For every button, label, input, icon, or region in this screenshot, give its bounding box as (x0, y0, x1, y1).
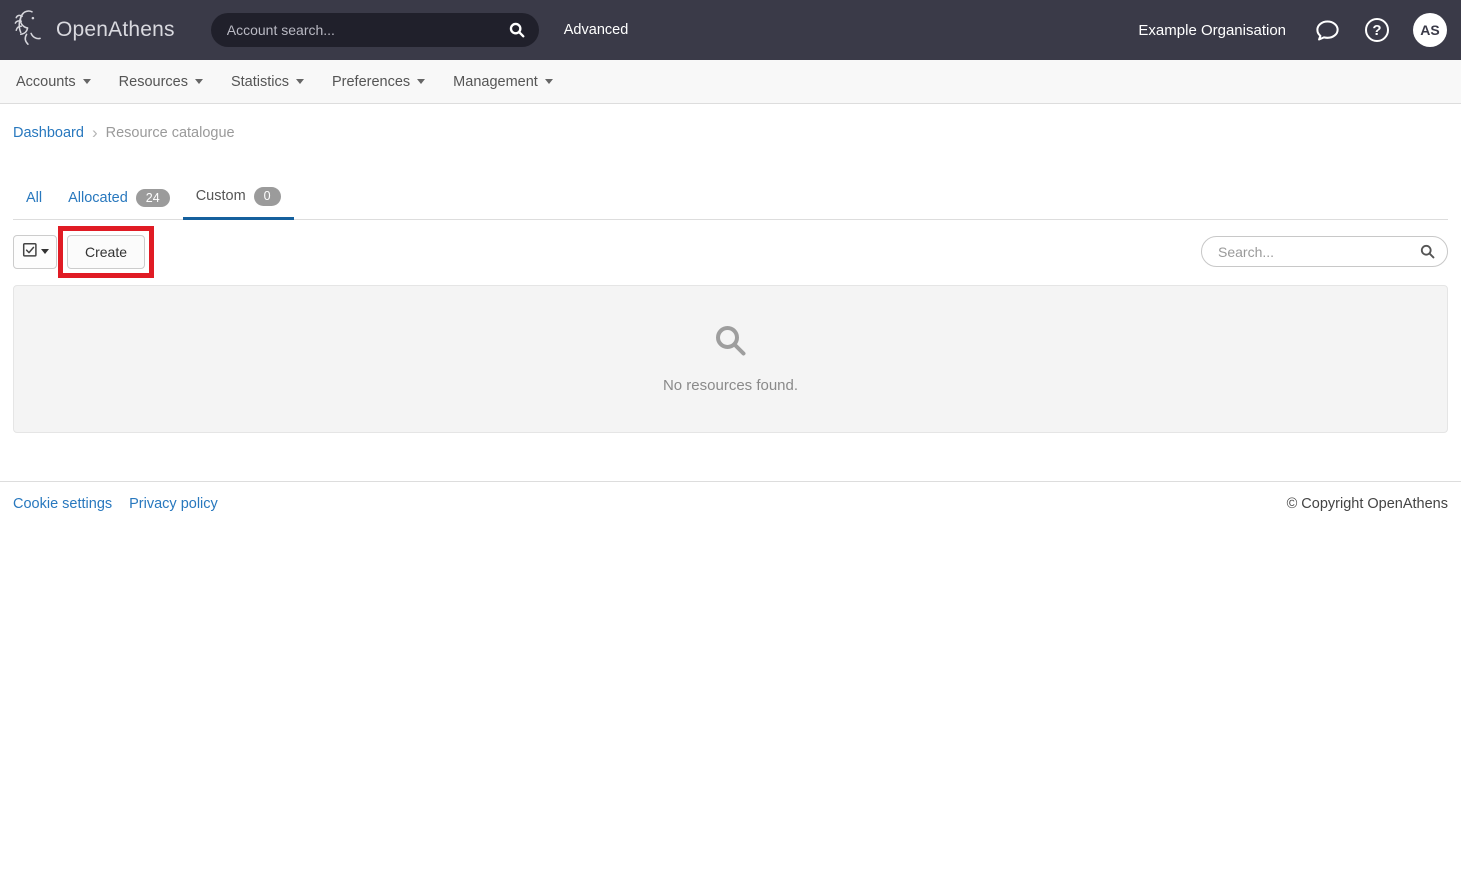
nav-item-label: Resources (119, 74, 188, 90)
tab-label: Custom (196, 188, 246, 204)
top-bar: OpenAthens Advanced Example Organisation… (0, 0, 1461, 60)
page-footer: Cookie settings Privacy policy © Copyrig… (0, 481, 1461, 512)
magnifier-icon (713, 323, 749, 364)
nav-item-statistics[interactable]: Statistics (217, 62, 318, 102)
nav-item-accounts[interactable]: Accounts (2, 62, 105, 102)
account-search-input[interactable] (211, 13, 539, 47)
nav-item-label: Statistics (231, 74, 289, 90)
chevron-down-icon (296, 79, 304, 84)
openathens-logo[interactable]: OpenAthens (14, 7, 175, 54)
main-content: Dashboard › Resource catalogue All Alloc… (0, 104, 1461, 433)
checkbox-icon (22, 242, 38, 261)
tab-allocated[interactable]: Allocated 24 (55, 176, 183, 220)
search-icon[interactable] (1419, 243, 1436, 265)
help-icon[interactable]: ? (1365, 18, 1389, 42)
account-search (211, 13, 539, 47)
empty-state-panel: No resources found. (13, 285, 1448, 433)
tab-bar: All Allocated 24 Custom 0 (13, 176, 1448, 220)
create-button[interactable]: Create (67, 235, 145, 269)
tab-count-badge: 24 (136, 189, 170, 208)
nav-item-management[interactable]: Management (439, 62, 567, 102)
tab-all[interactable]: All (13, 176, 55, 220)
copyright-text: © Copyright OpenAthens (1287, 496, 1448, 512)
tab-label: Allocated (68, 190, 128, 206)
annotation-highlight-box: Create (58, 226, 154, 278)
resource-search (1201, 236, 1448, 267)
search-icon[interactable] (508, 21, 526, 44)
chevron-down-icon (545, 79, 553, 84)
chevron-right-icon: › (92, 126, 98, 140)
nav-item-resources[interactable]: Resources (105, 62, 217, 102)
help-glyph: ? (1372, 22, 1381, 39)
main-nav: Accounts Resources Statistics Preference… (0, 60, 1461, 104)
tab-count-badge: 0 (254, 187, 281, 206)
chevron-down-icon (41, 249, 49, 254)
nav-item-label: Management (453, 74, 538, 90)
breadcrumb-current: Resource catalogue (106, 125, 235, 141)
cookie-settings-link[interactable]: Cookie settings (13, 496, 112, 512)
nav-item-label: Preferences (332, 74, 410, 90)
tab-label: All (26, 190, 42, 206)
privacy-policy-link[interactable]: Privacy policy (129, 496, 218, 512)
chat-icon[interactable] (1314, 17, 1341, 44)
openathens-logo-icon (14, 7, 50, 54)
nav-item-preferences[interactable]: Preferences (318, 62, 439, 102)
tab-custom[interactable]: Custom 0 (183, 176, 294, 220)
brand-name: OpenAthens (56, 18, 175, 42)
user-avatar[interactable]: AS (1413, 13, 1447, 47)
select-all-dropdown-button[interactable] (13, 235, 57, 269)
resource-search-input[interactable] (1201, 236, 1448, 267)
breadcrumb: Dashboard › Resource catalogue (13, 104, 1448, 141)
empty-state-message: No resources found. (663, 377, 798, 394)
organisation-name: Example Organisation (1138, 22, 1286, 39)
chevron-down-icon (195, 79, 203, 84)
toolbar: Create (13, 226, 1448, 278)
chevron-down-icon (417, 79, 425, 84)
advanced-search-link[interactable]: Advanced (564, 22, 629, 38)
chevron-down-icon (83, 79, 91, 84)
nav-item-label: Accounts (16, 74, 76, 90)
breadcrumb-dashboard-link[interactable]: Dashboard (13, 125, 84, 141)
